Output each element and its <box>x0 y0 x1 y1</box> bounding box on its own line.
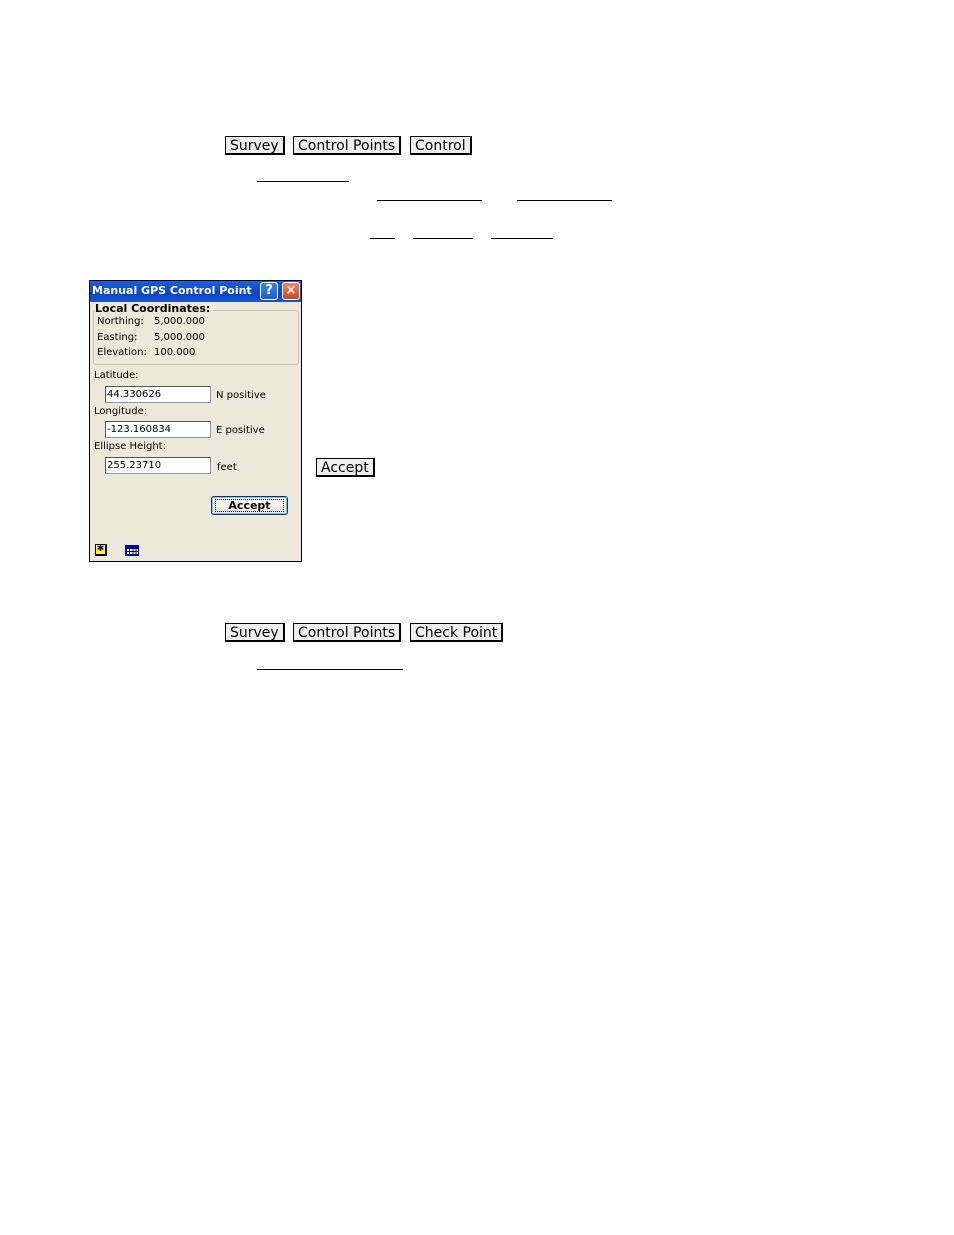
latitude-unit: N positive <box>216 390 266 401</box>
blank-line <box>491 238 553 239</box>
blank-line <box>517 200 612 201</box>
ellipse-height-unit: feet <box>217 462 237 473</box>
help-icon: ? <box>265 283 273 298</box>
elevation-value: 100.000 <box>154 347 196 358</box>
manual-gps-control-point-dialog: Manual GPS Control Point ? × Local Coord… <box>89 280 302 562</box>
close-button[interactable]: × <box>282 282 300 300</box>
close-icon: × <box>285 283 297 298</box>
dialog-title: Manual GPS Control Point <box>92 284 252 297</box>
northing-label: Northing: <box>97 316 144 327</box>
easting-value: 5,000.000 <box>154 332 205 343</box>
breadcrumb-check-point[interactable]: Check Point <box>410 623 504 642</box>
blank-line <box>377 200 482 201</box>
latitude-label: Latitude: <box>94 370 139 381</box>
breadcrumb-survey-2[interactable]: Survey <box>225 623 285 642</box>
breadcrumb-control-points[interactable]: Control Points <box>293 136 402 155</box>
latitude-input[interactable]: 44.330626 <box>105 386 211 403</box>
breadcrumb-control-points-2[interactable]: Control Points <box>293 623 402 642</box>
blank-line <box>413 238 473 239</box>
accept-key[interactable]: Accept <box>316 458 375 477</box>
northing-value: 5,000.000 <box>154 316 205 327</box>
help-button[interactable]: ? <box>260 282 278 300</box>
sun-settings-icon[interactable]: ✱ <box>95 544 107 556</box>
dialog-titlebar: Manual GPS Control Point ? × <box>90 281 301 302</box>
ellipse-height-input[interactable]: 255.23710 <box>105 457 211 474</box>
local-coordinates-heading: Local Coordinates: <box>95 302 214 315</box>
longitude-label: Longitude: <box>94 406 148 417</box>
easting-label: Easting: <box>97 332 138 343</box>
blank-line <box>257 669 403 670</box>
breadcrumb-survey[interactable]: Survey <box>225 136 285 155</box>
accept-label: Accept <box>215 499 284 512</box>
blank-line <box>370 238 395 239</box>
longitude-input[interactable]: -123.160834 <box>105 421 211 438</box>
breadcrumb-control[interactable]: Control <box>410 136 472 155</box>
dialog-accept-button[interactable]: Accept <box>211 496 288 515</box>
grid-table-icon[interactable] <box>125 545 139 556</box>
longitude-unit: E positive <box>216 425 265 436</box>
elevation-label: Elevation: <box>97 347 147 358</box>
ellipse-height-label: Ellipse Height: <box>94 441 166 452</box>
blank-line <box>257 181 349 182</box>
